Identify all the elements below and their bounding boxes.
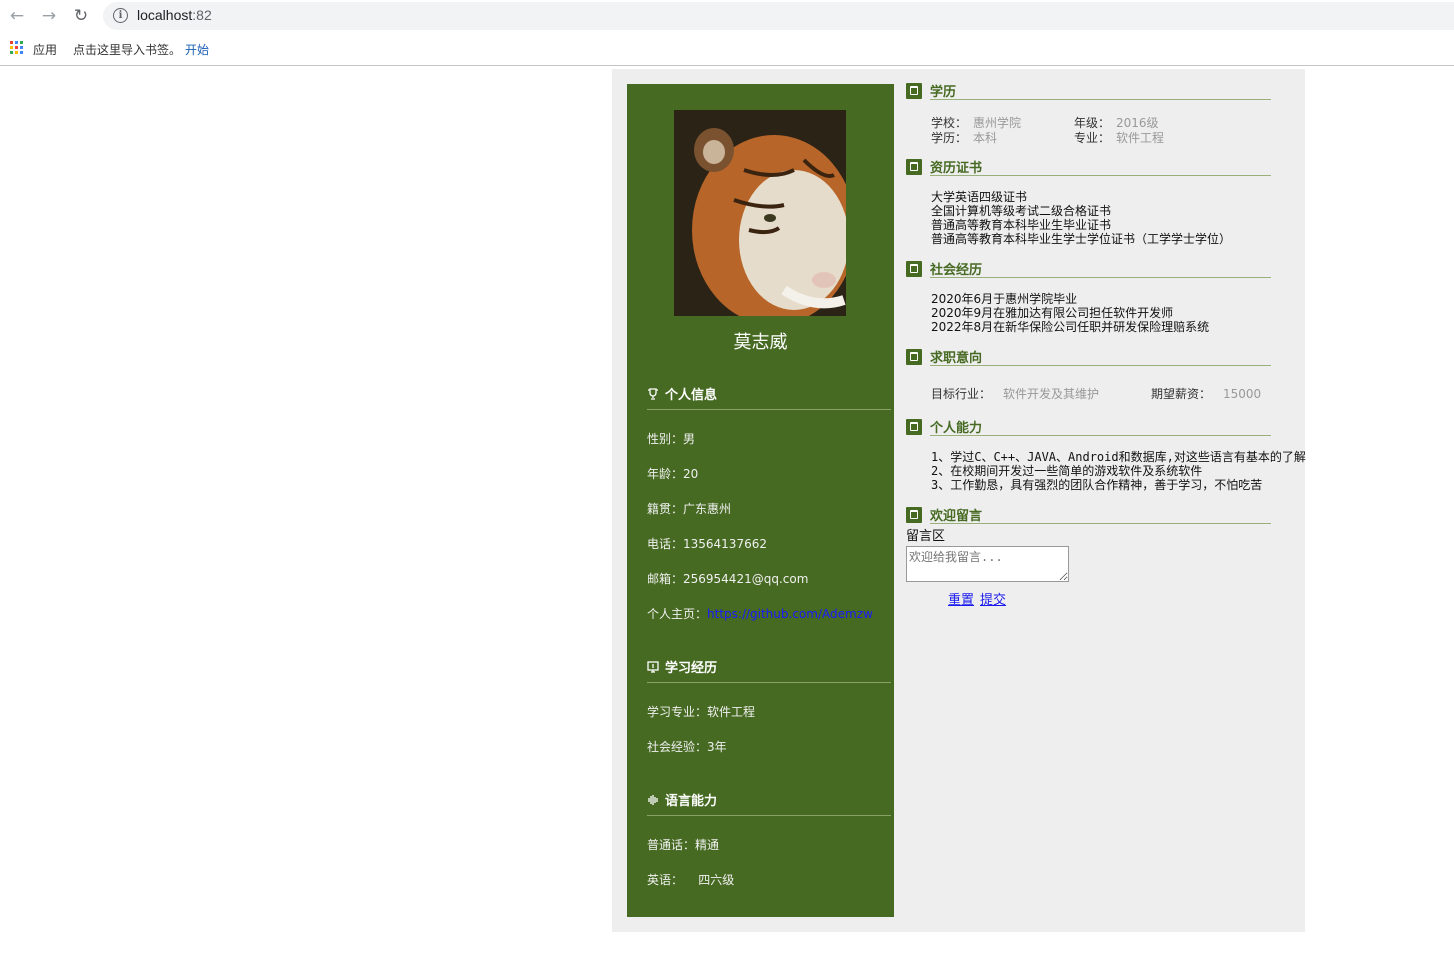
certificates-heading: 资历证书	[906, 157, 1271, 176]
social-heading: 社会经历	[906, 259, 1271, 278]
certificate-icon	[906, 159, 922, 175]
gender-text: 性别：男	[647, 432, 696, 446]
job-intention-heading: 求职意向	[906, 347, 1271, 366]
tiger-photo	[674, 110, 846, 316]
reload-icon[interactable]: ↻	[70, 5, 92, 27]
info-icon[interactable]: i	[113, 8, 128, 23]
sound-icon	[648, 795, 658, 805]
certificate-item: 普通高等教育本科毕业生学士学位证书（工学学士学位）	[931, 232, 1232, 246]
social-item: 2020年9月在雅加达有限公司担任软件开发师	[931, 306, 1174, 320]
homepage-label: 个人主页：	[647, 607, 708, 621]
ability-item: 2、在校期间开发过一些简单的游戏软件及系统软件	[931, 464, 1203, 478]
url-text[interactable]: localhost:82	[137, 7, 212, 23]
study-major-text: 学习专业：软件工程	[647, 705, 756, 719]
profile-sidebar: 莫志威 个人信息 性别：男 年龄：20 籍贯：广东惠州 电话：135641376…	[627, 84, 894, 917]
submit-button[interactable]: 提交	[980, 589, 1006, 608]
bookmark-apps[interactable]: 应用	[33, 41, 57, 58]
browser-toolbar: ← → ↻ i localhost:82	[0, 0, 1454, 33]
address-bar[interactable]: i localhost:82	[103, 2, 1454, 30]
degree-row: 学历： 本科	[931, 131, 998, 145]
social-experience-text: 社会经验：3年	[647, 740, 727, 754]
homepage-row: 个人主页：https://github.com/Ademzw	[647, 605, 873, 622]
job-icon	[906, 349, 922, 365]
back-icon[interactable]: ←	[6, 5, 28, 27]
social-item: 2022年8月在新华保险公司任职并研发保险理赔系统	[931, 320, 1210, 334]
forward-icon[interactable]: →	[38, 5, 60, 27]
certificate-item: 普通高等教育本科毕业生毕业证书	[931, 218, 1112, 232]
phone-text: 电话：13564137662	[647, 537, 767, 551]
education-heading: 学历	[906, 81, 1271, 100]
resume-page: 莫志威 个人信息 性别：男 年龄：20 籍贯：广东惠州 电话：135641376…	[612, 69, 1306, 932]
certificate-item: 大学英语四级证书	[931, 190, 1028, 204]
study-heading: 学习经历	[647, 657, 891, 683]
bookmark-start-link[interactable]: 开始	[185, 41, 209, 58]
salary-row: 期望薪资： 15000	[1151, 387, 1262, 401]
ability-item: 1、学过C、C++、JAVA、Android和数据库,对这些语言有基本的了解	[931, 450, 1306, 464]
email-text: 邮箱：256954421@qq.com	[647, 572, 809, 586]
avatar	[674, 110, 846, 316]
social-icon	[906, 261, 922, 277]
message-icon	[906, 507, 922, 523]
social-item: 2020年6月于惠州学院毕业	[931, 292, 1078, 306]
major-row: 专业： 软件工程	[1074, 131, 1165, 145]
mandarin-text: 普通话：精通	[647, 838, 720, 852]
trophy-icon	[648, 388, 658, 400]
age-text: 年龄：20	[647, 467, 699, 481]
english-text: 英语： 四六级	[647, 873, 735, 887]
certificate-item: 全国计算机等级考试二级合格证书	[931, 204, 1112, 218]
education-icon	[906, 83, 922, 99]
message-textarea[interactable]	[906, 546, 1069, 582]
message-area-label: 留言区	[906, 529, 946, 544]
language-heading: 语言能力	[647, 790, 891, 816]
reset-button[interactable]: 重置	[948, 589, 974, 608]
bookmarks-bar: 应用 点击这里导入书签。 开始	[0, 33, 1454, 66]
industry-row: 目标行业： 软件开发及其维护	[931, 387, 1100, 401]
homepage-link[interactable]: https://github.com/Ademzw	[707, 607, 873, 621]
native-place-text: 籍贯：广东惠州	[647, 502, 732, 516]
bookmark-import-text: 点击这里导入书签。	[73, 43, 182, 57]
person-name: 莫志威	[733, 332, 788, 353]
apps-grid-icon[interactable]	[10, 41, 23, 54]
personal-info-heading: 个人信息	[647, 384, 891, 410]
ability-heading: 个人能力	[906, 417, 1271, 436]
book-icon	[647, 661, 659, 673]
ability-icon	[906, 419, 922, 435]
message-heading: 欢迎留言	[906, 505, 1271, 524]
ability-item: 3、工作勤恳，具有强烈的团队合作精神，善于学习，不怕吃苦	[931, 478, 1263, 492]
